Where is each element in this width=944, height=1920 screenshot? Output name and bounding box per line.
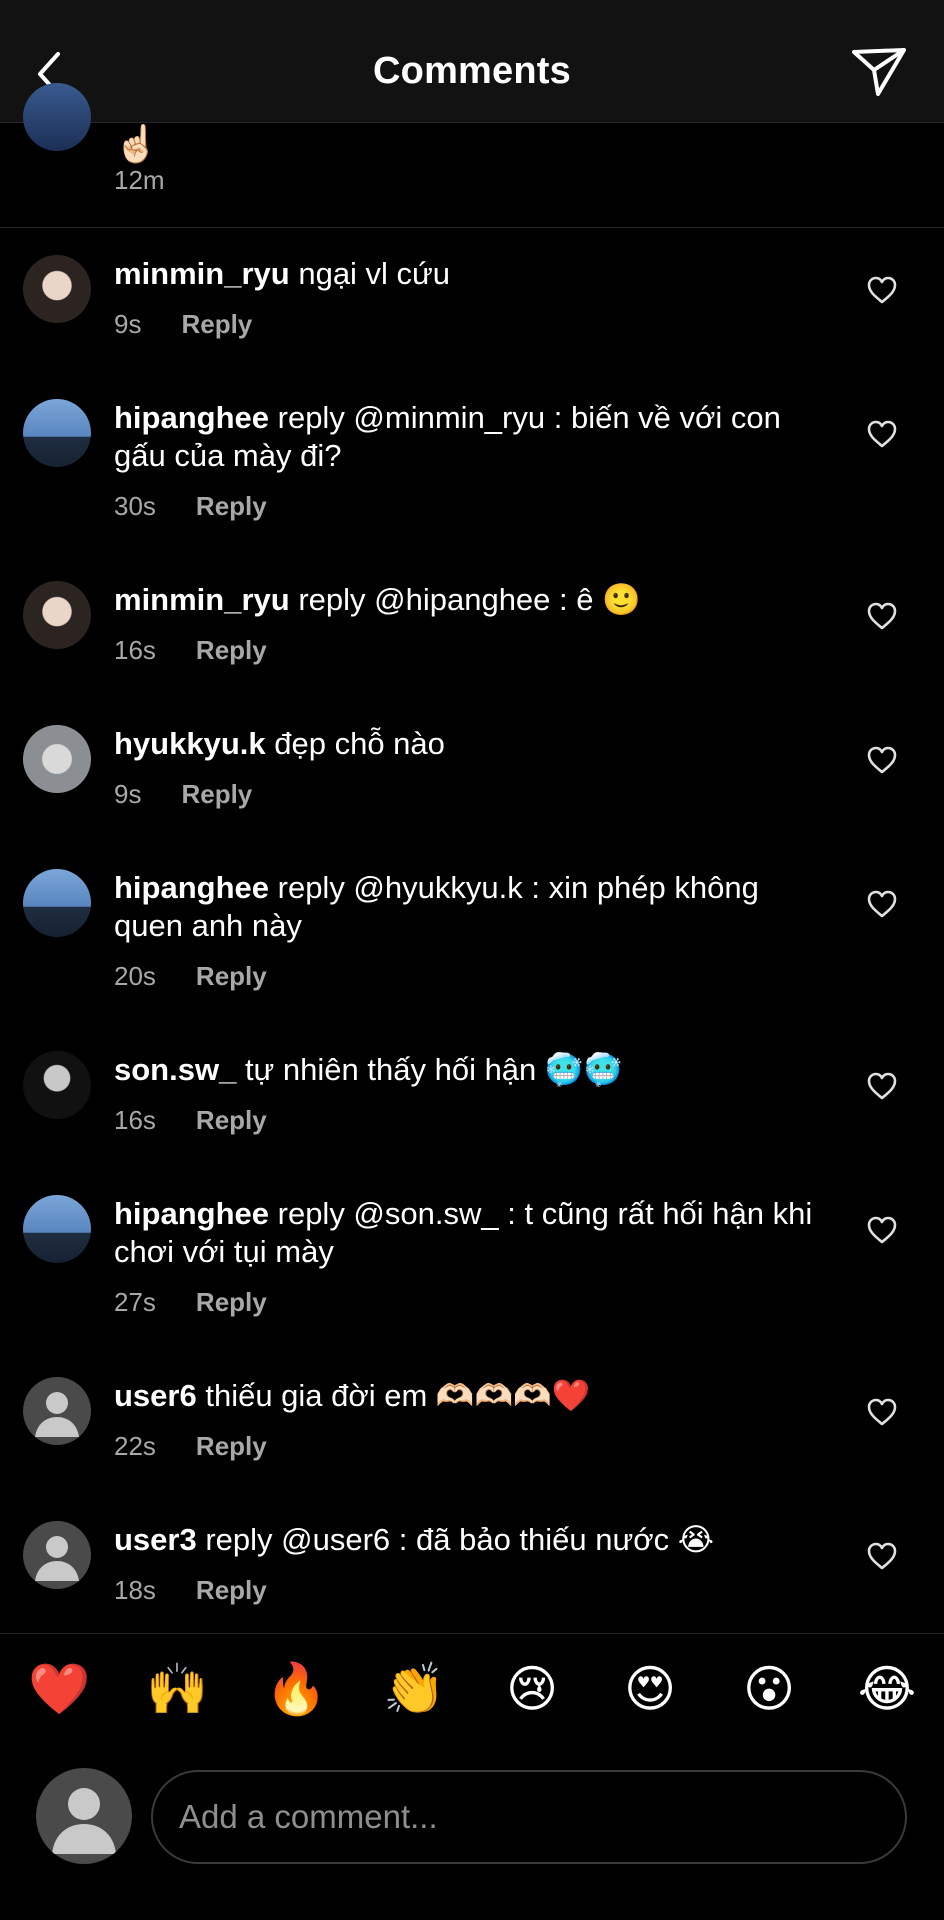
comment-username[interactable]: user6: [114, 1378, 197, 1413]
comment-username[interactable]: user3: [114, 1522, 197, 1557]
avatar[interactable]: [23, 581, 91, 649]
avatar[interactable]: [23, 869, 91, 937]
heart-icon[interactable]: [866, 275, 898, 305]
heart-icon[interactable]: [866, 1071, 898, 1101]
reply-button[interactable]: Reply: [196, 1287, 267, 1317]
comment-time: 9s: [114, 779, 142, 809]
comment-text: hipanghee reply @minmin_ryu : biến về vớ…: [114, 399, 834, 475]
comment-text: minmin_ryu ngại vl cứu: [114, 255, 834, 293]
person-silhouette-icon: [52, 1788, 116, 1854]
heart-icon[interactable]: [866, 1215, 898, 1245]
emoji-laugh-button[interactable]: 😂: [857, 1660, 917, 1718]
comment-emoji: ☝🏻: [114, 123, 159, 164]
reply-button[interactable]: Reply: [196, 491, 267, 521]
comment-time: 16s: [114, 1105, 156, 1135]
emoji-heart-button[interactable]: ❤️: [28, 1660, 90, 1719]
comment-username[interactable]: hipanghee: [114, 1196, 269, 1231]
reply-button[interactable]: Reply: [181, 309, 252, 339]
partial-comment: ☝🏻 12m: [0, 83, 944, 228]
comment-text: user6 thiếu gia đời em 🫶🏻🫶🏻🫶🏻❤️: [114, 1377, 834, 1415]
emoji-fire-button[interactable]: 🔥: [265, 1660, 327, 1719]
comment-meta: 30s Reply: [114, 491, 267, 522]
emoji-quick-bar: ❤️ 🙌 🔥 👏 😢 😍 😮 😂: [0, 1660, 944, 1736]
avatar[interactable]: [23, 83, 91, 151]
person-silhouette-icon: [35, 1536, 79, 1581]
comment-username[interactable]: hyukkyu.k: [114, 726, 266, 761]
heart-icon[interactable]: [866, 1397, 898, 1427]
comment-meta: 16s Reply: [114, 1105, 267, 1136]
comment-username[interactable]: hipanghee: [114, 400, 269, 435]
comment-meta: 22s Reply: [114, 1431, 267, 1462]
my-avatar: [36, 1768, 132, 1864]
emoji-raised-hands-button[interactable]: 🙌: [146, 1660, 208, 1719]
comment-text: hipanghee reply @hyukkyu.k : xin phép kh…: [114, 869, 834, 945]
avatar[interactable]: [23, 1521, 91, 1589]
reply-button[interactable]: Reply: [196, 1105, 267, 1135]
reply-button[interactable]: Reply: [196, 961, 267, 991]
comment-time: 12m: [114, 165, 165, 195]
person-silhouette-icon: [35, 1392, 79, 1437]
send-icon[interactable]: [850, 46, 908, 98]
emoji-cry-button[interactable]: 😢: [502, 1660, 562, 1718]
comment-meta: 18s Reply: [114, 1575, 267, 1606]
avatar[interactable]: [23, 1377, 91, 1445]
heart-icon[interactable]: [866, 419, 898, 449]
comment-body: ngại vl cứu: [289, 256, 451, 291]
avatar[interactable]: [23, 399, 91, 467]
comment-text: hyukkyu.k đẹp chỗ nào: [114, 725, 834, 763]
comment-time: 18s: [114, 1575, 156, 1605]
comment-text: user3 reply @user6 : đã bảo thiếu nước 😭: [114, 1521, 834, 1559]
comment-text: minmin_ryu reply @hipanghee : ê 🙂: [114, 581, 834, 619]
comment-body: reply @user6 : đã bảo thiếu nước 😭: [196, 1522, 714, 1557]
reply-button[interactable]: Reply: [181, 779, 252, 809]
comment-meta: 16s Reply: [114, 635, 267, 666]
comment-time: 20s: [114, 961, 156, 991]
comment-body: đẹp chỗ nào: [265, 726, 445, 761]
comment-body: reply @hipanghee : ê 🙂: [289, 582, 641, 617]
comment-username[interactable]: minmin_ryu: [114, 256, 290, 291]
heart-icon[interactable]: [866, 601, 898, 631]
heart-icon[interactable]: [866, 745, 898, 775]
comment-username[interactable]: minmin_ryu: [114, 582, 290, 617]
comment-composer: Add a comment...: [0, 1762, 944, 1872]
avatar[interactable]: [23, 725, 91, 793]
comment-time: 16s: [114, 635, 156, 665]
emoji-clap-button[interactable]: 👏: [383, 1660, 445, 1719]
comment-text: hipanghee reply @son.sw_ : t cũng rất hố…: [114, 1195, 834, 1271]
comment-username[interactable]: hipanghee: [114, 870, 269, 905]
comment-time: 22s: [114, 1431, 156, 1461]
comment-username[interactable]: son.sw_: [114, 1052, 236, 1087]
comment-time: 9s: [114, 309, 142, 339]
comment-time: 27s: [114, 1287, 156, 1317]
reply-button[interactable]: Reply: [196, 1575, 267, 1605]
page-title: Comments: [373, 50, 571, 92]
comment-body: thiếu gia đời em 🫶🏻🫶🏻🫶🏻❤️: [196, 1378, 591, 1413]
top-bar: Comments: [0, 0, 944, 123]
reply-button[interactable]: Reply: [196, 1431, 267, 1461]
comment-meta: 27s Reply: [114, 1287, 267, 1318]
avatar[interactable]: [23, 1195, 91, 1263]
heart-icon[interactable]: [866, 889, 898, 919]
comment-input[interactable]: Add a comment...: [151, 1770, 907, 1864]
comment-text: son.sw_ tự nhiên thấy hối hận 🥶🥶: [114, 1051, 834, 1089]
comment-meta: 20s Reply: [114, 961, 267, 992]
reply-button[interactable]: Reply: [196, 635, 267, 665]
comment-time: 30s: [114, 491, 156, 521]
avatar[interactable]: [23, 1051, 91, 1119]
comment-body: tự nhiên thấy hối hận 🥶🥶: [236, 1052, 623, 1087]
avatar[interactable]: [23, 255, 91, 323]
emoji-heart-eyes-button[interactable]: 😍: [620, 1660, 680, 1718]
heart-icon[interactable]: [866, 1541, 898, 1571]
divider: [0, 1633, 944, 1634]
emoji-surprised-button[interactable]: 😮: [739, 1660, 799, 1718]
comment-meta: 9s Reply: [114, 779, 252, 810]
comment-meta: 9s Reply: [114, 309, 252, 340]
